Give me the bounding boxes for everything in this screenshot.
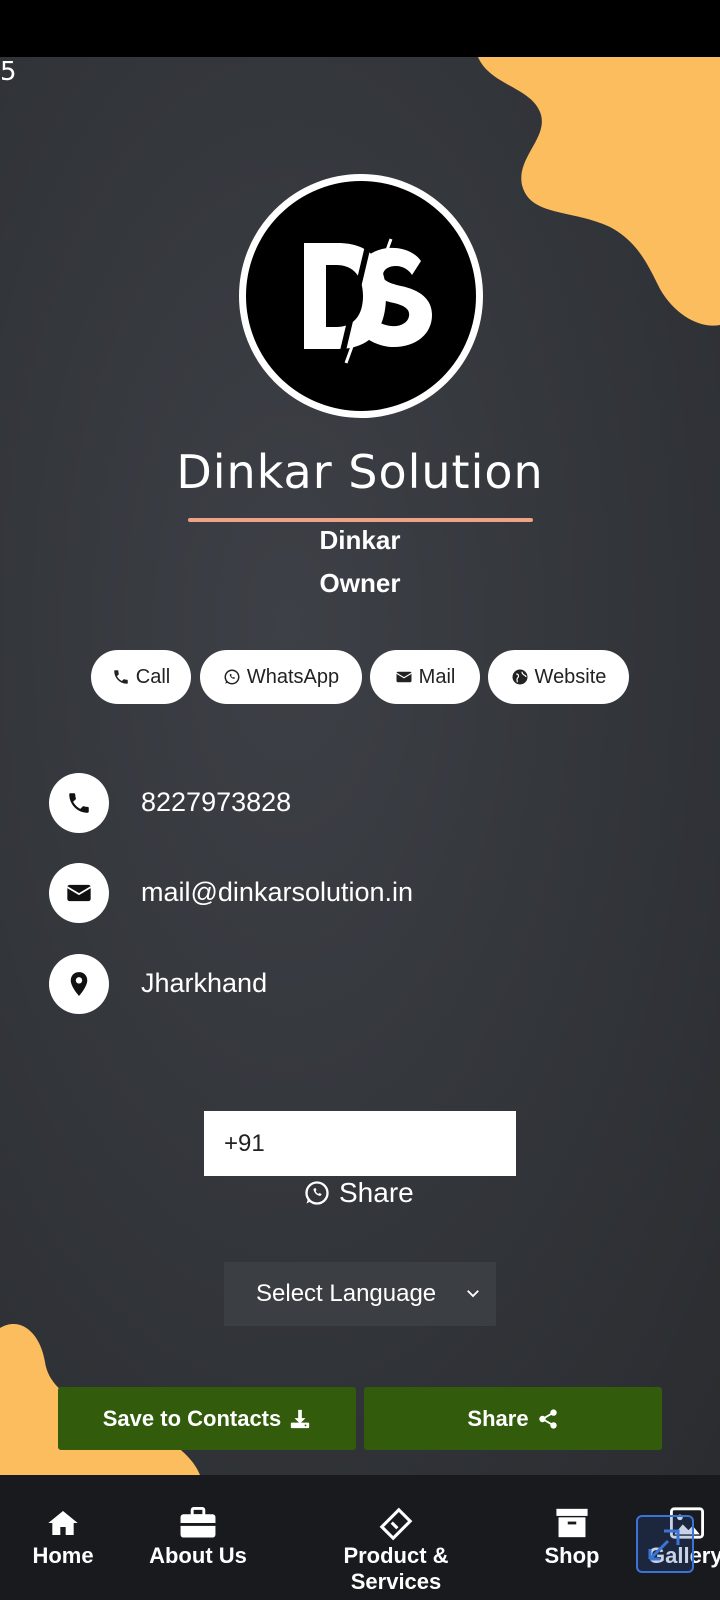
company-name: Dinkar Solution xyxy=(176,445,544,499)
language-select[interactable]: Select Language xyxy=(224,1262,496,1326)
whatsapp-share-label: Share xyxy=(339,1177,414,1208)
person-role: Owner xyxy=(319,568,401,598)
email-info-icon[interactable] xyxy=(49,863,109,923)
nav-product-services-label: Product & Services xyxy=(343,1543,449,1594)
nav-home[interactable]: Home xyxy=(28,1507,98,1569)
email-address[interactable]: mail@dinkarsolution.in xyxy=(141,877,413,908)
call-button[interactable]: Call xyxy=(91,650,191,704)
phone-number[interactable]: 8227973828 xyxy=(141,787,291,818)
mail-label: Mail xyxy=(418,665,456,688)
business-card: 5 Dinkar Solution Dinkar Owner Call What… xyxy=(0,57,720,1475)
whatsapp-label: WhatsApp xyxy=(246,665,340,688)
nav-about-us-label: About Us xyxy=(149,1543,247,1568)
map-pin-icon xyxy=(70,972,88,996)
arrows-icon xyxy=(648,1529,680,1561)
phone-icon xyxy=(69,793,89,813)
language-select-value: Select Language xyxy=(256,1280,437,1307)
envelope-icon xyxy=(395,671,412,683)
title-underline xyxy=(188,518,533,522)
decorative-blob-top xyxy=(478,57,720,326)
archive-box-icon xyxy=(556,1508,588,1538)
home-icon xyxy=(48,1511,78,1535)
whatsapp-icon xyxy=(305,1181,329,1205)
globe-icon xyxy=(512,669,528,685)
chevron-down-icon xyxy=(467,1290,479,1298)
bottom-navigation: Home About Us Product & Services Shop Ga… xyxy=(0,1475,720,1600)
phone-info-icon[interactable] xyxy=(49,773,109,833)
nav-shop-label: Shop xyxy=(544,1543,600,1568)
company-logo xyxy=(239,174,483,418)
call-label: Call xyxy=(135,665,171,688)
whatsapp-icon xyxy=(224,669,240,685)
briefcase-icon xyxy=(180,1507,216,1538)
location-text: Jharkhand xyxy=(141,968,268,998)
envelope-icon xyxy=(66,884,92,902)
ticket-icon xyxy=(379,1507,413,1541)
share-nodes-icon xyxy=(538,1408,557,1429)
download-icon xyxy=(291,1409,310,1428)
phone-icon xyxy=(114,670,128,684)
mail-button[interactable]: Mail xyxy=(370,650,480,704)
status-bar xyxy=(0,0,720,57)
save-to-contacts-button[interactable]: Save to Contacts xyxy=(58,1387,356,1450)
person-name: Dinkar xyxy=(319,525,401,555)
website-button[interactable]: Website xyxy=(488,650,629,704)
website-label: Website xyxy=(534,665,607,688)
share-button[interactable]: Share xyxy=(364,1387,662,1450)
share-label: Share xyxy=(467,1405,529,1431)
location-info-icon[interactable] xyxy=(49,954,109,1014)
whatsapp-button[interactable]: WhatsApp xyxy=(200,650,362,704)
ds-logo-icon xyxy=(304,233,432,364)
nav-home-label: Home xyxy=(32,1543,94,1568)
nav-shop[interactable]: Shop xyxy=(540,1507,604,1569)
corner-number: 5 xyxy=(0,57,17,87)
save-to-contacts-label: Save to Contacts xyxy=(102,1405,282,1431)
floating-resize-button[interactable] xyxy=(636,1515,694,1573)
nav-about-us[interactable]: About Us xyxy=(148,1507,248,1569)
whatsapp-number-input[interactable] xyxy=(204,1111,516,1176)
whatsapp-share-button[interactable]: Share xyxy=(303,1177,414,1209)
nav-product-services[interactable]: Product & Services xyxy=(296,1507,496,1595)
